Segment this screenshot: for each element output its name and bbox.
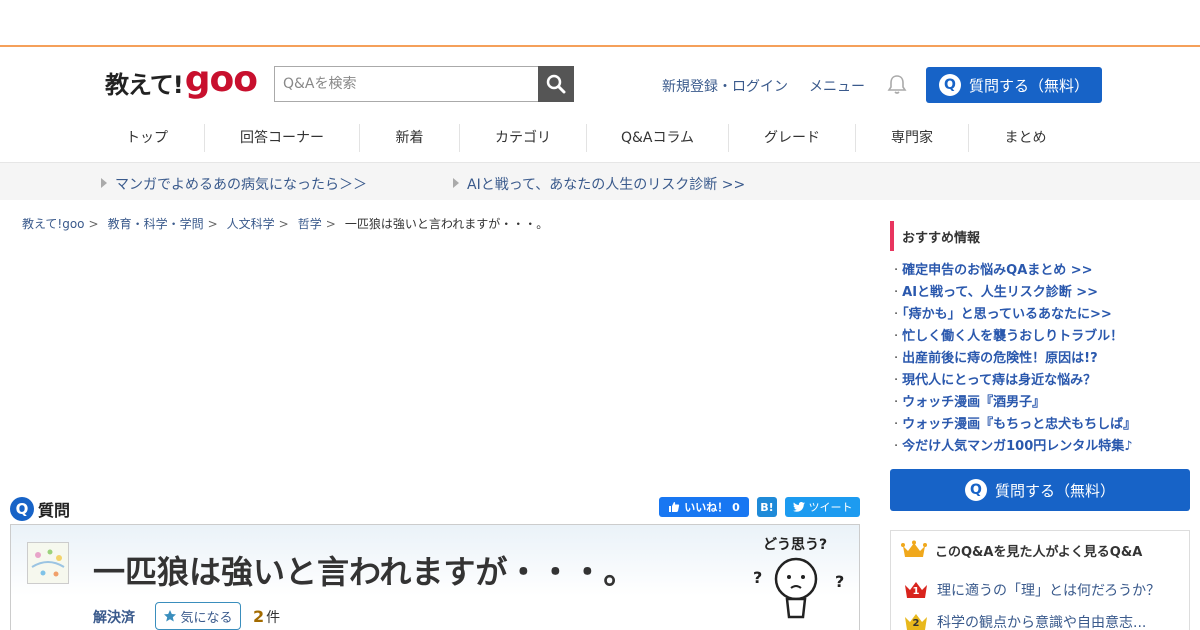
site-logo[interactable]: 教えて! goo — [105, 59, 258, 102]
question-card: 一匹狼は強いと言われますが・・・。 解決済 気になる 2件 どう思う? ? ? — [10, 524, 860, 630]
recommended-title: おすすめ情報 — [902, 230, 981, 246]
recommended-item[interactable]: · 今だけ人気マンガ100円レンタル特集♪ — [890, 436, 1190, 458]
sidebar-ask-question-label: 質問する（無料） — [994, 481, 1115, 500]
rank-crown-icon: 2 — [903, 611, 929, 630]
recommended-item[interactable]: · 確定申告のお悩みQAまとめ >> — [890, 260, 1190, 282]
question-heading: Q 質問 — [10, 497, 70, 521]
promo-link-ai-label: AIと戦って、あなたの人生のリスク診断 >> — [467, 177, 746, 193]
promo-banner: マンガでよめるあの病気になったら＞＞ AIと戦って、あなたの人生のリスク診断 >… — [0, 162, 1200, 200]
facebook-like-button[interactable]: いいね！ 0 — [659, 497, 749, 517]
logo-text-jp: 教えて! — [105, 70, 184, 99]
doushi-character-icon[interactable]: どう思う? ? ? — [751, 531, 851, 625]
like-label: いいね！ 0 — [684, 501, 740, 514]
also-viewed-item-label: 理に適うの「理」とは何だろうか？ — [937, 583, 1161, 599]
nav-item-answer-corner[interactable]: 回答コーナー — [205, 124, 360, 152]
rank-crown-icon: 1 — [903, 579, 929, 601]
nav-item-expert[interactable]: 専門家 — [856, 124, 969, 152]
ask-question-label: 質問する（無料） — [968, 76, 1089, 95]
also-viewed-item[interactable]: 2 科学の観点から意識や自由意志... — [903, 611, 1146, 630]
menu-link[interactable]: メニュー — [809, 76, 865, 96]
recommended-item[interactable]: · 「痔かも」と思っているあなたに>> — [890, 304, 1190, 326]
breadcrumb-separator: > — [207, 216, 218, 231]
recommended-header: おすすめ情報 — [890, 221, 1190, 251]
svg-text:?: ? — [835, 572, 844, 591]
sidebar-ask-question-button[interactable]: Q 質問する（無料） — [890, 469, 1190, 511]
recommended-item[interactable]: · 出産前後に痔の危険性！原因は!? — [890, 348, 1190, 370]
recommended-panel: おすすめ情報 · 確定申告のお悩みQAまとめ >> · AIと戦って、人生リスク診断… — [890, 221, 1190, 458]
tweet-label: ツイート — [808, 501, 853, 514]
breadcrumb-separator: > — [325, 216, 336, 231]
twitter-bird-icon — [792, 502, 805, 512]
question-title: 一匹狼は強いと言われますが・・・。 — [93, 553, 636, 591]
ask-question-button[interactable]: Q 質問する（無料） — [926, 67, 1102, 103]
q-icon: Q — [10, 497, 34, 521]
triangle-icon — [101, 178, 107, 188]
tweet-button[interactable]: ツイート — [785, 497, 860, 517]
also-viewed-item-label: 科学の観点から意識や自由意志... — [937, 615, 1147, 630]
top-ad-bar — [0, 0, 1200, 47]
recommended-item[interactable]: · 忙しく働く人を襲うおしりトラブル！ — [890, 326, 1190, 348]
main-nav: トップ 回答コーナー 新着 カテゴリ Q&Aコラム グレード 専門家 まとめ — [90, 120, 1060, 156]
search-button[interactable] — [538, 66, 574, 102]
breadcrumb-separator: > — [88, 216, 99, 231]
also-viewed-item[interactable]: 1 理に適うの「理」とは何だろうか？ — [903, 579, 1160, 601]
recommended-item[interactable]: · AIと戦って、人生リスク診断 >> — [890, 282, 1190, 304]
nav-item-category[interactable]: カテゴリ — [460, 124, 587, 152]
answer-count-value: 2 — [253, 607, 265, 626]
nav-item-grade[interactable]: グレード — [729, 124, 856, 152]
avatar[interactable] — [27, 542, 69, 584]
watch-label: 気になる — [180, 610, 233, 626]
doushi-caption: どう思う? — [763, 537, 827, 553]
search-input[interactable] — [274, 66, 538, 102]
also-viewed-title: このQ&Aを見た人がよく見るQ&A — [935, 544, 1143, 560]
svg-text:?: ? — [753, 568, 762, 587]
triangle-icon — [453, 178, 459, 188]
q-icon: Q — [964, 479, 987, 501]
recommended-item[interactable]: · 現代人にとって痔は身近な悩み？ — [890, 370, 1190, 392]
promo-link-ai[interactable]: AIと戦って、あなたの人生のリスク診断 >> — [453, 174, 745, 194]
also-viewed-header: このQ&Aを見た人がよく見るQ&A — [891, 531, 1189, 560]
thumbs-up-icon — [669, 502, 680, 512]
recommended-item[interactable]: · ウォッチ漫画『もちっと忠犬もちしば』 — [890, 414, 1190, 436]
status-badge: 解決済 — [93, 610, 135, 626]
promo-link-manga[interactable]: マンガでよめるあの病気になったら＞＞ — [101, 174, 367, 194]
breadcrumb-item-humanities[interactable]: 人文科学 — [227, 215, 275, 232]
also-viewed-panel: このQ&Aを見た人がよく見るQ&A 1 理に適うの「理」とは何だろうか？ 2 科… — [890, 530, 1190, 630]
breadcrumb: 教えて!goo > 教育・科学・学問 > 人文科学 > 哲学 > 一匹狼は強いと言われま… — [22, 215, 548, 232]
logo-text-goo: goo — [184, 59, 258, 100]
nav-item-qa-column[interactable]: Q&Aコラム — [587, 124, 729, 152]
nav-item-top[interactable]: トップ — [90, 124, 205, 152]
search-box — [274, 66, 574, 102]
breadcrumb-current: 一匹狼は強いと言われますが・・・。 — [344, 217, 549, 231]
nav-item-matome[interactable]: まとめ — [969, 124, 1082, 152]
breadcrumb-item-education[interactable]: 教育・科学・学問 — [108, 215, 204, 232]
promo-link-manga-label: マンガでよめるあの病気になったら＞＞ — [115, 177, 367, 193]
search-icon — [546, 74, 566, 94]
answer-count-unit: 件 — [266, 610, 281, 626]
page: 教えて! goo 新規登録・ログイン メニュー Q 質問する（無料） トップ 回… — [0, 0, 1200, 630]
watch-button[interactable]: 気になる — [155, 602, 241, 630]
breadcrumb-item-home[interactable]: 教えて!goo — [22, 215, 85, 232]
recommended-list: · 確定申告のお悩みQAまとめ >> · AIと戦って、人生リスク診断 >> · 「痔… — [890, 260, 1190, 458]
q-icon: Q — [938, 74, 961, 96]
accent-bar — [890, 221, 894, 251]
nav-item-new[interactable]: 新着 — [360, 124, 460, 152]
answer-count: 2件 — [253, 607, 280, 627]
breadcrumb-separator: > — [278, 216, 289, 231]
signup-login-link[interactable]: 新規登録・ログイン — [662, 76, 788, 96]
star-icon — [164, 610, 177, 622]
breadcrumb-item-philosophy[interactable]: 哲学 — [298, 215, 322, 232]
hatena-bookmark-button[interactable]: B! — [757, 497, 777, 517]
question-label: 質問 — [38, 501, 71, 520]
recommended-item[interactable]: · ウォッチ漫画『酒男子』 — [890, 392, 1190, 414]
crown-icon — [901, 540, 927, 557]
bell-icon[interactable] — [886, 73, 908, 99]
